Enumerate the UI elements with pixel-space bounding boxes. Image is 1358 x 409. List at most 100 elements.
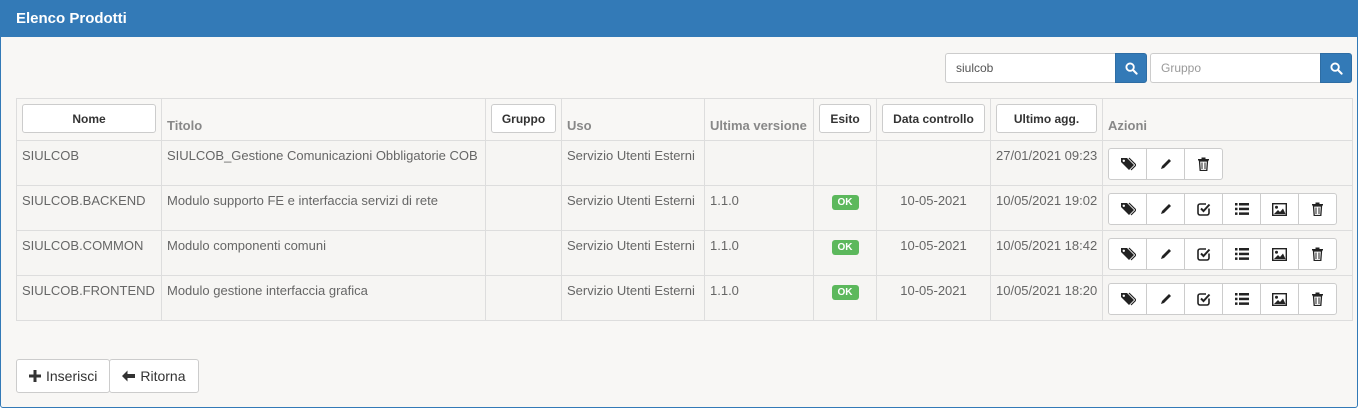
check-square-icon <box>1196 203 1210 216</box>
trash-icon <box>1312 247 1323 261</box>
plus-icon <box>29 370 41 382</box>
tags-button[interactable] <box>1108 193 1147 225</box>
cell-ultimo-agg: 10/05/2021 18:20 <box>990 275 1103 321</box>
cell-nome: SIULCOB.FRONTEND <box>16 275 162 321</box>
sort-ultimo-agg-button[interactable]: Ultimo agg. <box>996 104 1097 133</box>
cell-ultimo-agg: 10/05/2021 18:42 <box>990 230 1103 276</box>
edit-button[interactable] <box>1146 238 1185 270</box>
cell-data-controllo <box>876 140 991 186</box>
cell-ultimo-agg: 27/01/2021 09:23 <box>990 140 1103 186</box>
back-button[interactable]: Ritorna <box>109 359 199 393</box>
col-data-controllo: Data controllo <box>876 98 991 141</box>
tags-icon <box>1120 202 1136 216</box>
edit-button[interactable] <box>1146 283 1185 315</box>
footer-actions: Inserisci Ritorna <box>16 359 199 393</box>
cell-gruppo <box>485 230 562 276</box>
cell-azioni <box>1102 230 1353 276</box>
tags-button[interactable] <box>1108 148 1147 180</box>
group-search-input[interactable] <box>1150 53 1320 83</box>
query-search-button[interactable] <box>1115 53 1147 83</box>
status-badge: OK <box>831 195 859 210</box>
pencil-icon <box>1160 294 1171 304</box>
products-panel: Elenco Prodotti Nome Titolo Gruppo Uso <box>0 0 1358 408</box>
tags-button[interactable] <box>1108 238 1147 270</box>
status-badge: OK <box>831 240 859 255</box>
cell-nome: SIULCOB.COMMON <box>16 230 162 276</box>
check-button[interactable] <box>1184 238 1223 270</box>
cell-uso: Servizio Utenti Esterni <box>561 140 705 186</box>
col-nome: Nome <box>16 98 162 141</box>
cell-titolo: Modulo componenti comuni <box>161 230 486 276</box>
col-azioni: Azioni <box>1102 98 1353 141</box>
trash-icon <box>1312 292 1323 306</box>
list-icon <box>1234 293 1249 305</box>
edit-button[interactable] <box>1146 148 1185 180</box>
tags-icon <box>1120 157 1136 171</box>
cell-gruppo <box>485 275 562 321</box>
delete-button[interactable] <box>1298 238 1337 270</box>
cell-uso: Servizio Utenti Esterni <box>561 230 705 276</box>
image-icon <box>1272 292 1287 306</box>
trash-icon <box>1198 157 1209 171</box>
check-button[interactable] <box>1184 283 1223 315</box>
cell-esito: OK <box>813 185 877 231</box>
delete-button[interactable] <box>1298 193 1337 225</box>
insert-button-label: Inserisci <box>46 368 98 384</box>
cell-uso: Servizio Utenti Esterni <box>561 275 705 321</box>
cell-data-controllo: 10-05-2021 <box>876 275 991 321</box>
col-ultima-versione: Ultima versione <box>704 98 814 141</box>
trash-icon <box>1312 202 1323 216</box>
cell-data-controllo: 10-05-2021 <box>876 230 991 276</box>
table-row: SIULCOB.COMMON Modulo componenti comuni … <box>16 230 1353 276</box>
list-button[interactable] <box>1222 238 1261 270</box>
sort-gruppo-button[interactable]: Gruppo <box>491 104 556 133</box>
cell-titolo: SIULCOB_Gestione Comunicazioni Obbligato… <box>161 140 486 186</box>
sort-nome-button[interactable]: Nome <box>22 104 156 133</box>
col-gruppo: Gruppo <box>485 98 562 141</box>
edit-button[interactable] <box>1146 193 1185 225</box>
row-actions <box>1108 193 1337 225</box>
table-row: SIULCOB SIULCOB_Gestione Comunicazioni O… <box>16 140 1353 186</box>
check-button[interactable] <box>1184 193 1223 225</box>
delete-button[interactable] <box>1184 148 1223 180</box>
table-header-row: Nome Titolo Gruppo Uso Ultima versione E… <box>16 98 1353 141</box>
pencil-icon <box>1160 159 1171 169</box>
list-icon <box>1234 203 1249 215</box>
check-square-icon <box>1196 293 1210 306</box>
group-search-button[interactable] <box>1320 53 1352 83</box>
image-button[interactable] <box>1260 283 1299 315</box>
search-bar <box>945 53 1355 83</box>
pencil-icon <box>1160 249 1171 259</box>
list-icon <box>1234 248 1249 260</box>
row-actions <box>1108 148 1223 180</box>
sort-data-controllo-button[interactable]: Data controllo <box>882 104 985 133</box>
list-button[interactable] <box>1222 193 1261 225</box>
cell-nome: SIULCOB.BACKEND <box>16 185 162 231</box>
cell-esito <box>813 140 877 186</box>
row-actions <box>1108 283 1337 315</box>
col-uso: Uso <box>561 98 705 141</box>
delete-button[interactable] <box>1298 283 1337 315</box>
query-search-group <box>945 53 1147 83</box>
image-button[interactable] <box>1260 238 1299 270</box>
tags-icon <box>1120 247 1136 261</box>
cell-versione <box>704 140 814 186</box>
insert-button[interactable]: Inserisci <box>16 359 111 393</box>
tags-button[interactable] <box>1108 283 1147 315</box>
query-search-input[interactable] <box>945 53 1115 83</box>
sort-esito-button[interactable]: Esito <box>819 104 871 133</box>
cell-esito: OK <box>813 230 877 276</box>
cell-ultimo-agg: 10/05/2021 19:02 <box>990 185 1103 231</box>
search-icon <box>1329 61 1343 75</box>
cell-titolo: Modulo gestione interfaccia grafica <box>161 275 486 321</box>
back-button-label: Ritorna <box>140 368 186 384</box>
pencil-icon <box>1160 204 1171 214</box>
panel-title: Elenco Prodotti <box>1 1 1357 37</box>
col-ultimo-agg: Ultimo agg. <box>990 98 1103 141</box>
list-button[interactable] <box>1222 283 1261 315</box>
cell-esito: OK <box>813 275 877 321</box>
tags-icon <box>1120 292 1136 306</box>
cell-gruppo <box>485 185 562 231</box>
cell-uso: Servizio Utenti Esterni <box>561 185 705 231</box>
image-button[interactable] <box>1260 193 1299 225</box>
